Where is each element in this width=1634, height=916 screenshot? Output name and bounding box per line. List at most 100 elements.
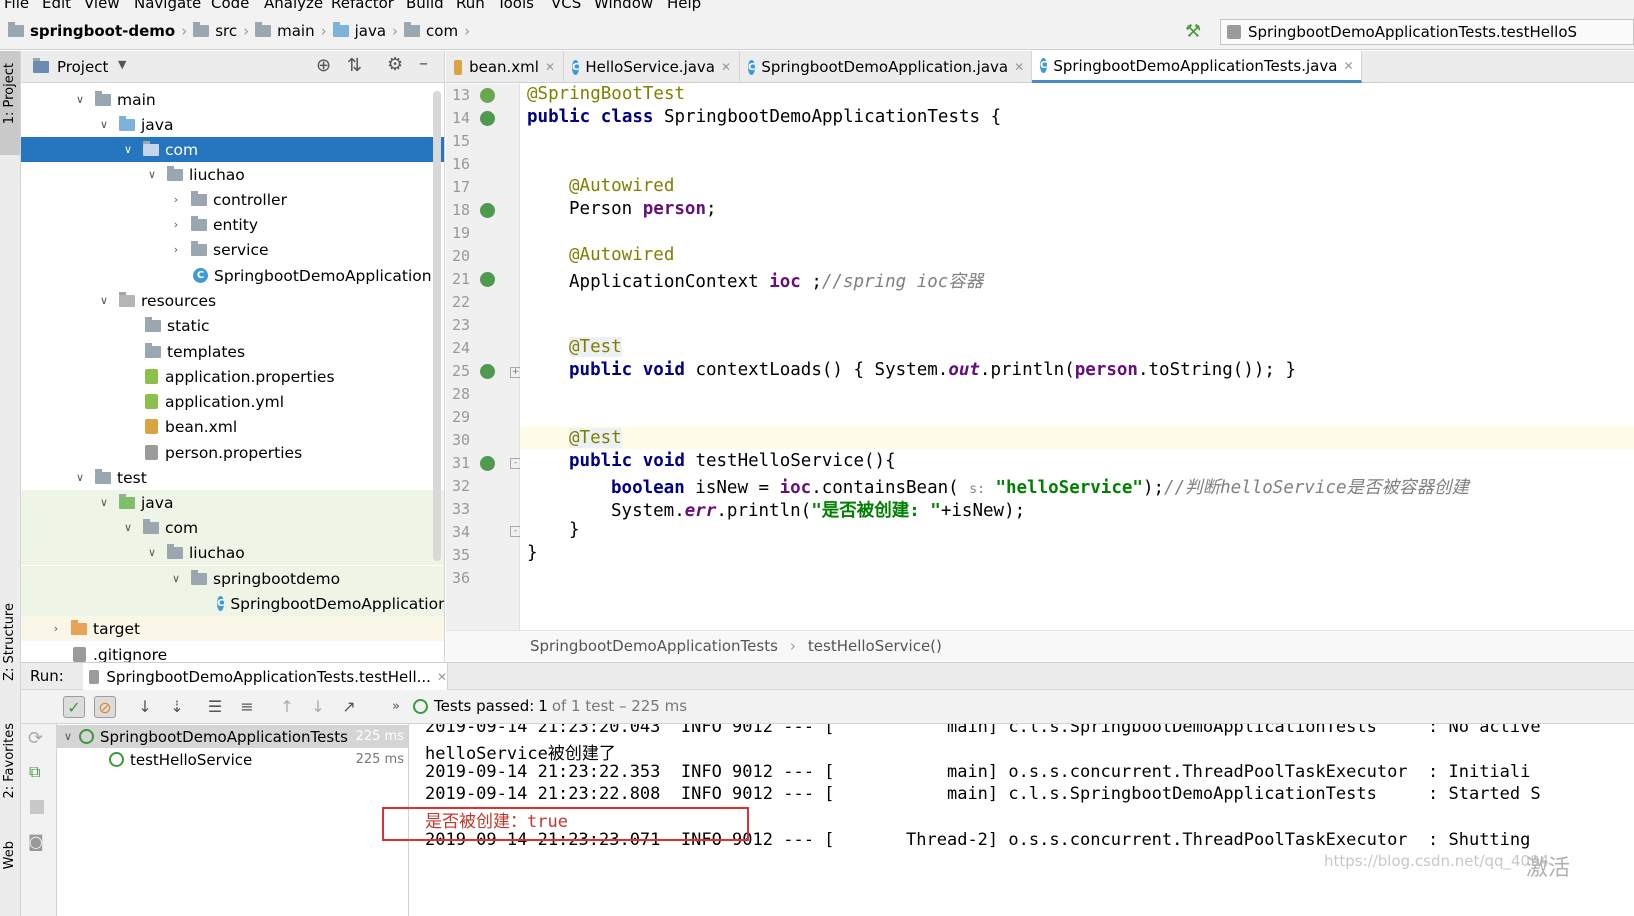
web-tool-label[interactable]: Web <box>2 841 17 869</box>
tree-item-templates[interactable]: templates <box>21 339 444 364</box>
tree-item-person-properties[interactable]: person.properties <box>21 440 444 465</box>
show-ignored-icon[interactable]: ⊘ <box>94 696 116 718</box>
tree-item-springboot-demo-application[interactable]: C SpringbootDemoApplication <box>21 263 444 288</box>
menu-navigate[interactable]: Navigate <box>134 0 201 12</box>
tab-springboot-demo-application[interactable]: C SpringbootDemoApplication.java ✕ <box>740 51 1032 83</box>
export-icon[interactable]: ↗ <box>338 696 360 718</box>
chevron-right-icon[interactable]: › <box>169 193 183 206</box>
tree-item-static[interactable]: static <box>21 313 444 338</box>
more-icon[interactable]: » <box>385 696 407 718</box>
menu-edit[interactable]: Edit <box>42 0 71 12</box>
tab-bean-xml[interactable]: bean.xml ✕ <box>446 51 564 83</box>
expand-all-icon[interactable]: ☰ <box>204 696 226 718</box>
chevron-right-icon[interactable]: › <box>49 622 63 635</box>
tab-hello-service[interactable]: C HelloService.java ✕ <box>564 51 740 83</box>
tree-item-test-com[interactable]: ∨ com <box>21 515 444 540</box>
hammer-build-icon[interactable]: ⚒ <box>1185 21 1201 42</box>
tree-item-test-liuchao[interactable]: ∨ liuchao <box>21 540 444 565</box>
chevron-down-icon[interactable]: ∨ <box>97 294 111 307</box>
tree-item-application-properties[interactable]: application.properties <box>21 364 444 389</box>
spring-autowired-gutter-icon[interactable] <box>480 272 495 287</box>
chevron-down-icon[interactable]: ∨ <box>97 496 111 509</box>
chevron-down-icon[interactable]: ∨ <box>121 143 135 156</box>
collapse-all-icon[interactable]: ⇅ <box>347 55 362 76</box>
tree-item-target[interactable]: › target <box>21 616 444 641</box>
camera-icon[interactable]: ◙ <box>28 832 44 851</box>
breadcrumb-java[interactable]: java <box>355 22 386 40</box>
test-case-row[interactable]: testHelloService 225 ms <box>57 748 408 771</box>
tree-item-liuchao[interactable]: ∨ liuchao <box>21 162 444 187</box>
chevron-right-icon[interactable]: › <box>169 218 183 231</box>
tab-springboot-demo-application-tests[interactable]: C SpringbootDemoApplicationTests.java ✕ <box>1032 51 1362 83</box>
minimize-icon[interactable]: – <box>419 53 428 74</box>
code-editor[interactable]: @SpringBootTest public class SpringbootD… <box>520 84 1634 630</box>
run-test-gutter-icon[interactable] <box>480 456 495 471</box>
menu-window[interactable]: Window <box>594 0 653 12</box>
close-icon[interactable]: ✕ <box>1343 59 1353 73</box>
close-icon[interactable]: ✕ <box>1014 60 1024 74</box>
next-failed-icon[interactable]: ↓ <box>307 696 329 718</box>
tree-item-test[interactable]: ∨ test <box>21 465 444 490</box>
project-scrollbar[interactable] <box>433 91 441 561</box>
menu-help[interactable]: Help <box>667 0 701 12</box>
close-icon[interactable]: ✕ <box>721 60 731 74</box>
tree-item-com-selected[interactable]: ∨ com <box>21 137 444 162</box>
menu-view[interactable]: View <box>84 0 120 12</box>
breadcrumb-main[interactable]: main <box>277 22 314 40</box>
menu-run[interactable]: Run <box>456 0 485 12</box>
favorites-tool-label[interactable]: 2: Favorites <box>2 723 17 799</box>
structure-tool-label[interactable]: Z: Structure <box>2 603 17 681</box>
spring-bean-gutter-icon[interactable] <box>480 88 495 103</box>
stop-icon[interactable] <box>30 800 44 814</box>
collapse-all-icon[interactable]: ≡ <box>236 696 258 718</box>
tree-item-gitignore[interactable]: .gitignore <box>21 642 444 662</box>
chevron-right-icon[interactable]: › <box>169 243 183 256</box>
tree-item-service[interactable]: › service <box>21 237 444 262</box>
editor-breadcrumb-class[interactable]: SpringbootDemoApplicationTests <box>530 637 778 655</box>
tree-item-controller[interactable]: › controller <box>21 187 444 212</box>
project-view-title[interactable]: Project <box>57 58 108 76</box>
menu-analyze[interactable]: Analyze <box>264 0 323 12</box>
run-test-gutter-icon[interactable] <box>480 111 495 126</box>
tree-item-resources[interactable]: ∨ resources <box>21 288 444 313</box>
chevron-down-icon[interactable]: ∨ <box>73 93 87 106</box>
menu-refactor[interactable]: Refactor <box>331 0 394 12</box>
menu-tools[interactable]: Tools <box>497 0 534 12</box>
chevron-down-icon[interactable]: ▼ <box>118 58 126 71</box>
breadcrumb-project[interactable]: springboot-demo <box>30 22 175 40</box>
chevron-down-icon[interactable]: ∨ <box>57 730 79 743</box>
chevron-down-icon[interactable]: ∨ <box>145 546 159 559</box>
test-suite-row[interactable]: ∨ SpringbootDemoApplicationTests 225 ms <box>57 725 408 748</box>
tree-item-springbootdemo[interactable]: ∨ springbootdemo <box>21 566 444 591</box>
breadcrumb-com[interactable]: com <box>426 22 458 40</box>
spring-autowired-gutter-icon[interactable] <box>480 203 495 218</box>
sort-alphabetically-icon[interactable]: ↓ <box>134 696 156 718</box>
tree-item-application-yml[interactable]: application.yml <box>21 389 444 414</box>
tree-item-main[interactable]: ∨ main <box>21 87 444 112</box>
menu-file[interactable]: File <box>4 0 29 12</box>
close-icon[interactable]: ✕ <box>437 670 447 684</box>
rerun-failed-icon[interactable]: ⟳ <box>28 728 43 749</box>
menu-vcs[interactable]: VCS <box>551 0 581 12</box>
close-icon[interactable]: ✕ <box>545 60 555 74</box>
gear-icon[interactable]: ⚙ <box>387 54 403 75</box>
menu-code[interactable]: Code <box>211 0 249 12</box>
tree-item-test-class[interactable]: C SpringbootDemoApplication <box>21 591 444 616</box>
chevron-down-icon[interactable]: ∨ <box>97 118 111 131</box>
chevron-down-icon[interactable]: ∨ <box>145 168 159 181</box>
editor-breadcrumb-method[interactable]: testHelloService() <box>808 637 942 655</box>
menu-build[interactable]: Build <box>406 0 444 12</box>
chevron-down-icon[interactable]: ∨ <box>73 471 87 484</box>
chevron-down-icon[interactable]: ∨ <box>169 572 183 585</box>
breadcrumb-src[interactable]: src <box>215 22 237 40</box>
sort-by-duration-icon[interactable]: ⇣ <box>166 696 188 718</box>
run-tab[interactable]: SpringbootDemoApplicationTests.testHell.… <box>83 663 448 690</box>
show-passed-icon[interactable]: ✓ <box>63 696 85 718</box>
project-tool-button[interactable]: 1: Project <box>0 51 20 155</box>
run-test-gutter-icon[interactable] <box>480 364 495 379</box>
locate-target-icon[interactable]: ⊕ <box>316 55 331 76</box>
chevron-down-icon[interactable]: ∨ <box>121 521 135 534</box>
tree-item-java[interactable]: ∨ java <box>21 112 444 137</box>
tree-item-entity[interactable]: › entity <box>21 212 444 237</box>
run-configuration-select[interactable]: SpringbootDemoApplicationTests.testHello… <box>1220 19 1634 45</box>
